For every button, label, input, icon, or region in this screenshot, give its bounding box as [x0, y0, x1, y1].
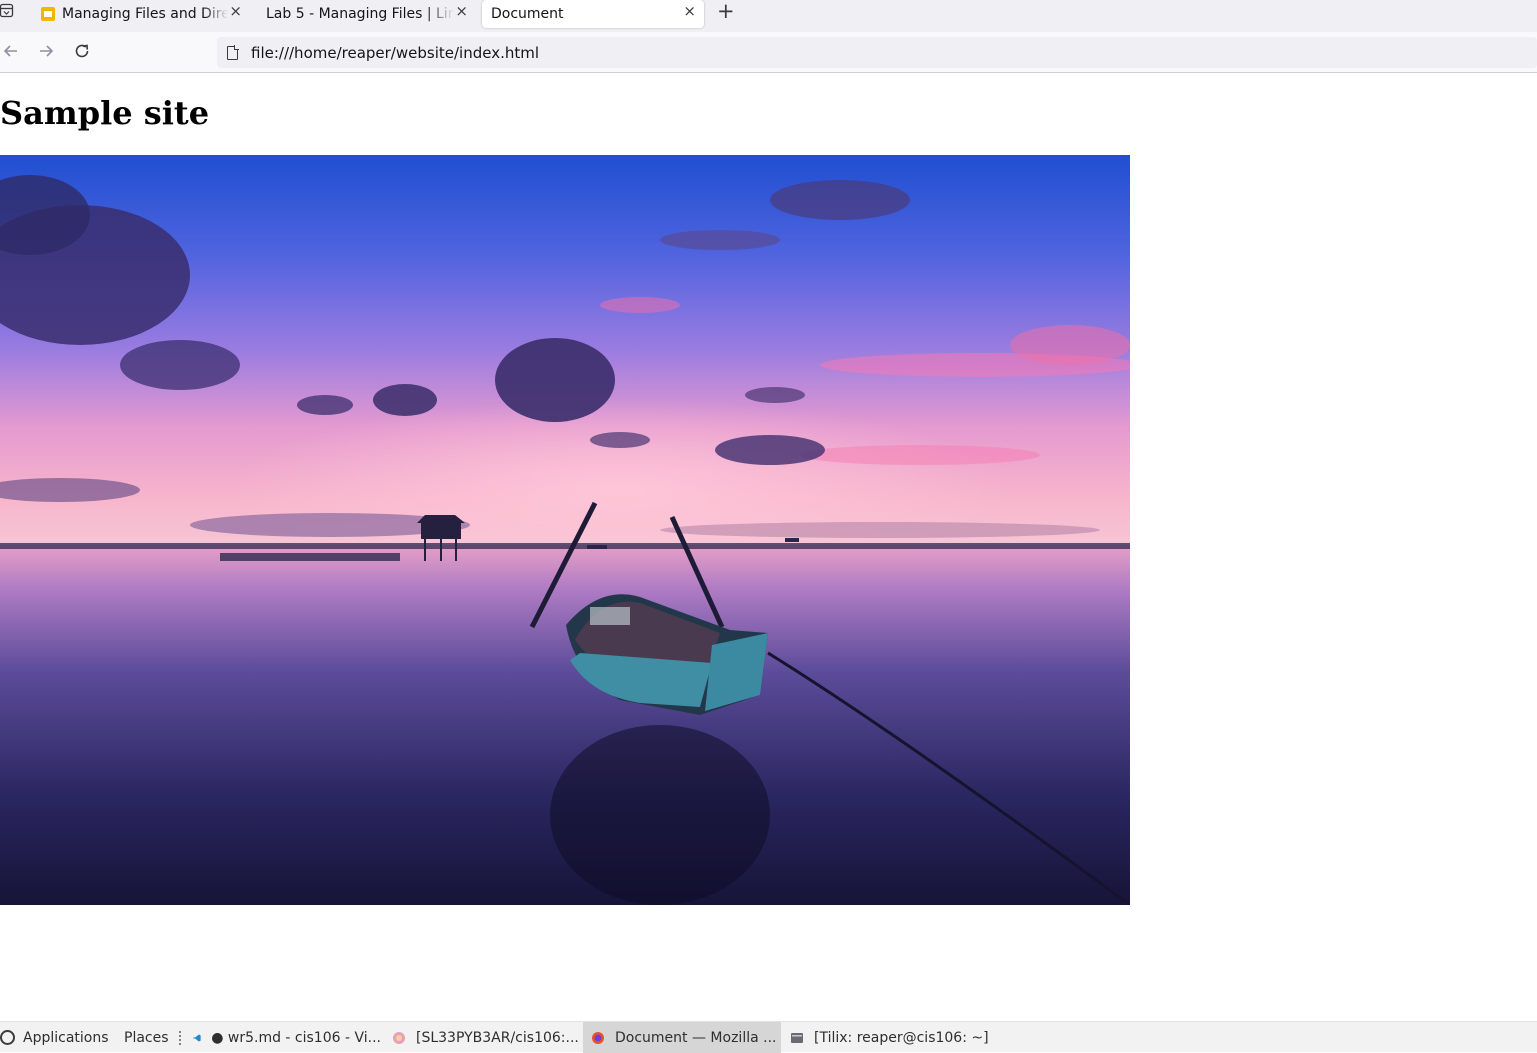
navigation-toolbar: file:///home/reaper/website/index.html [0, 32, 1537, 73]
places-label: Places [124, 1029, 169, 1046]
task-label: [Tilix: reaper@cis106: ~] [814, 1029, 989, 1046]
tab-title: Document [491, 6, 564, 22]
ubuntu-logo-icon [0, 1030, 15, 1045]
taskbar-separator [178, 1030, 182, 1046]
page-heading: Sample site [0, 94, 210, 132]
photo-illustration [0, 155, 1130, 905]
tab-strip: Managing Files and Directories × Lab 5 -… [0, 0, 1537, 32]
new-tab-button[interactable]: + [717, 0, 735, 22]
task-label: Document — Mozilla ... [615, 1029, 777, 1046]
close-icon[interactable]: × [455, 2, 468, 20]
arrow-right-icon [40, 45, 54, 57]
task-browser[interactable]: [SL33PYB3AR/cis106:... [392, 1022, 580, 1053]
desktop-taskbar: Applications Places ● wr5.md - cis106 - … [0, 1021, 1537, 1053]
slides-icon [41, 7, 55, 21]
browser-icon [393, 1031, 405, 1044]
task-label: [SL33PYB3AR/cis106:... [416, 1029, 579, 1046]
task-firefox-document[interactable]: Document — Mozilla ... [583, 1022, 781, 1053]
forward-button[interactable] [35, 40, 57, 62]
list-all-tabs-icon[interactable] [0, 3, 14, 19]
task-label: ● wr5.md - cis106 - Vi... [211, 1029, 381, 1046]
places-menu[interactable]: Places [124, 1022, 169, 1053]
arrow-left-icon [3, 45, 17, 57]
page-icon [227, 45, 239, 60]
tab-lab5[interactable]: Lab 5 - Managing Files | Linux × [258, 0, 476, 28]
url-text[interactable]: file:///home/reaper/website/index.html [251, 44, 539, 62]
terminal-icon [791, 1032, 803, 1043]
task-vscode[interactable]: ● wr5.md - cis106 - Vi... [193, 1022, 381, 1053]
firefox-icon [592, 1031, 604, 1044]
reload-icon [75, 44, 89, 58]
page-content: Sample site [0, 74, 1537, 1021]
vscode-icon [193, 1033, 201, 1042]
tab-title: Lab 5 - Managing Files | Linux [266, 6, 454, 22]
tab-document[interactable]: Document × [482, 0, 704, 28]
applications-label: Applications [23, 1029, 109, 1046]
reload-button[interactable] [71, 40, 93, 62]
back-button[interactable] [0, 40, 22, 62]
applications-menu[interactable]: Applications [0, 1022, 109, 1053]
close-icon[interactable]: × [229, 2, 242, 20]
address-bar[interactable]: file:///home/reaper/website/index.html [217, 37, 1537, 68]
task-tilix[interactable]: [Tilix: reaper@cis106: ~] [790, 1022, 990, 1053]
sunset-boat-photo [0, 155, 1130, 905]
close-icon[interactable]: × [683, 2, 696, 20]
tab-title: Managing Files and Directories [62, 6, 228, 22]
tab-managing-files[interactable]: Managing Files and Directories × [32, 0, 250, 28]
